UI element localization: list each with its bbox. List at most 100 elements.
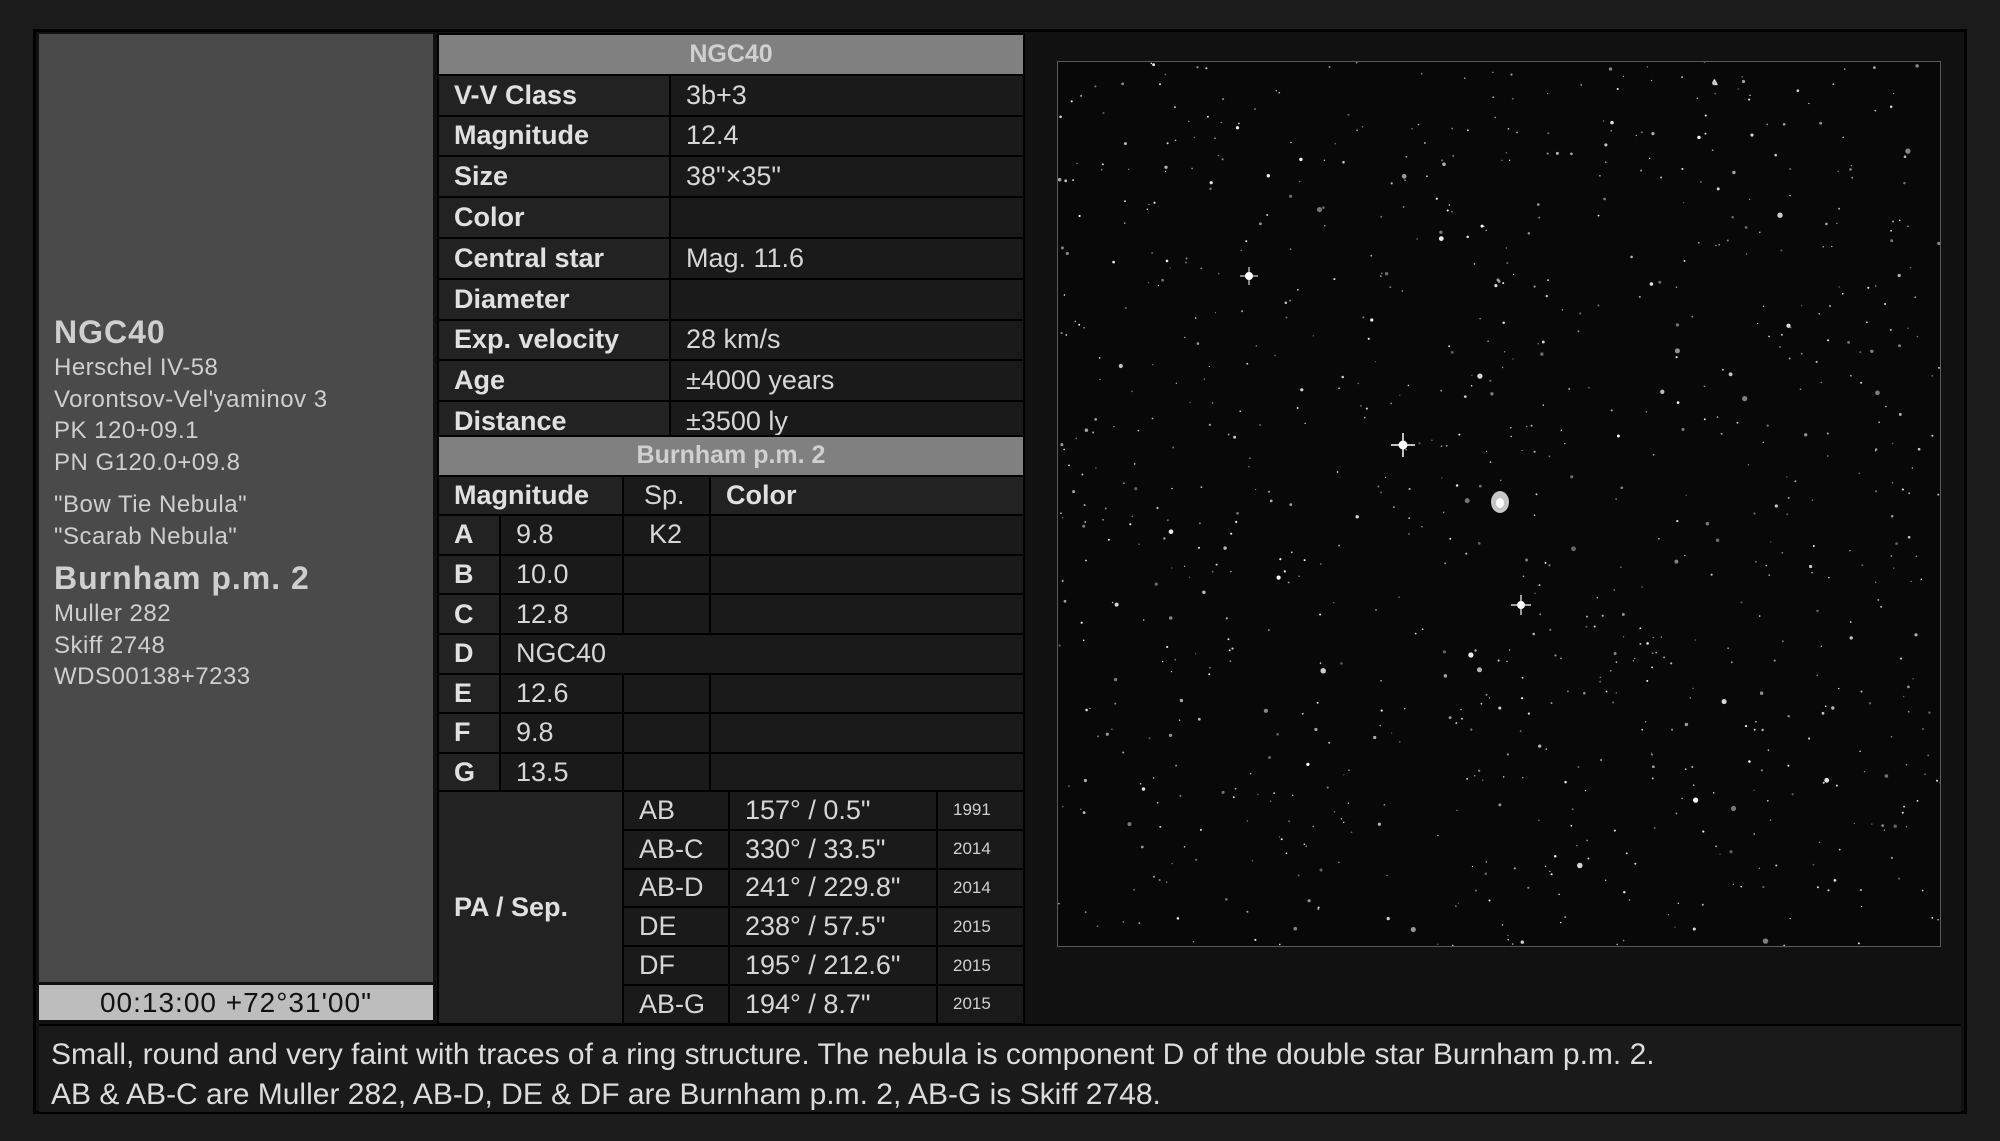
star xyxy=(1711,149,1714,151)
star xyxy=(1363,416,1366,419)
star xyxy=(1215,563,1218,566)
star xyxy=(1818,313,1820,315)
star xyxy=(1789,917,1791,920)
star xyxy=(1786,323,1791,328)
star xyxy=(1254,488,1257,491)
star xyxy=(1418,442,1421,445)
star xyxy=(1809,564,1813,569)
star xyxy=(1474,649,1477,652)
star xyxy=(1460,717,1464,720)
star xyxy=(1416,238,1418,240)
star xyxy=(1777,212,1783,218)
star xyxy=(1584,790,1587,792)
star xyxy=(1527,886,1530,889)
star xyxy=(1651,132,1655,136)
star xyxy=(1509,426,1512,429)
star xyxy=(1188,576,1191,578)
star xyxy=(1494,284,1498,288)
star xyxy=(1254,938,1257,941)
star xyxy=(1615,661,1618,663)
star xyxy=(1750,133,1754,137)
star xyxy=(1164,165,1168,169)
star xyxy=(1844,68,1846,70)
table-row: A 9.8 K2 xyxy=(437,514,1025,556)
star xyxy=(1753,789,1755,791)
star xyxy=(1301,712,1304,715)
star xyxy=(1744,725,1748,728)
star xyxy=(1465,552,1468,555)
star xyxy=(1685,494,1687,496)
star xyxy=(1905,764,1908,766)
star xyxy=(1759,691,1764,695)
star xyxy=(1148,203,1150,206)
star xyxy=(1681,427,1685,431)
star xyxy=(1548,455,1551,458)
star xyxy=(1931,434,1934,437)
star xyxy=(1553,854,1557,858)
star xyxy=(1650,79,1653,82)
star xyxy=(1610,409,1613,412)
star xyxy=(1451,211,1453,213)
table-row: Magnitude 12.4 xyxy=(437,114,1025,158)
star xyxy=(1161,660,1164,663)
star xyxy=(1328,741,1331,744)
star xyxy=(1473,263,1476,265)
table-row: PA / Sep. AB 157° / 0.5" 1991 xyxy=(437,790,1025,1025)
star xyxy=(1094,85,1097,88)
star xyxy=(1615,498,1617,500)
star xyxy=(1755,721,1757,723)
star xyxy=(1758,615,1761,617)
star xyxy=(1911,467,1914,469)
star xyxy=(1816,609,1819,613)
star xyxy=(1448,716,1452,720)
star xyxy=(1198,522,1201,525)
star xyxy=(1835,784,1838,787)
star xyxy=(1570,152,1573,156)
star xyxy=(1211,570,1214,573)
star xyxy=(1463,77,1466,79)
star xyxy=(1927,754,1930,757)
star xyxy=(1112,260,1115,264)
star xyxy=(1183,565,1186,567)
star xyxy=(1538,819,1540,821)
star xyxy=(1883,829,1886,831)
star xyxy=(1380,215,1383,218)
star xyxy=(1267,490,1271,493)
star xyxy=(1457,902,1460,904)
nebula-icon xyxy=(1491,491,1509,513)
table-row: V-V Class 3b+3 xyxy=(437,73,1025,117)
star xyxy=(1801,305,1803,307)
star xyxy=(1390,182,1393,185)
star xyxy=(1102,112,1105,114)
star xyxy=(1124,200,1126,203)
star xyxy=(1094,418,1098,421)
star xyxy=(1547,279,1549,281)
star xyxy=(1246,820,1249,822)
star xyxy=(1903,181,1906,185)
star xyxy=(1786,513,1789,516)
star xyxy=(1889,328,1892,331)
star xyxy=(1737,88,1739,90)
star xyxy=(1124,306,1127,310)
star xyxy=(1159,825,1162,828)
star xyxy=(1165,259,1169,263)
table-row: Color xyxy=(437,196,1025,239)
star xyxy=(1246,362,1249,365)
star xyxy=(1663,656,1666,659)
star xyxy=(1812,545,1815,547)
star xyxy=(1508,649,1511,651)
star xyxy=(1072,179,1075,182)
star xyxy=(1333,278,1336,281)
star xyxy=(1860,905,1863,908)
star xyxy=(1153,201,1156,204)
star xyxy=(1838,848,1841,851)
star xyxy=(1152,63,1155,67)
star xyxy=(1404,179,1406,181)
star xyxy=(1188,120,1190,123)
star xyxy=(1139,783,1142,785)
star xyxy=(1867,286,1870,289)
star xyxy=(1850,375,1852,377)
star xyxy=(1373,735,1377,740)
star xyxy=(1726,239,1729,242)
table-row: G 13.5 xyxy=(437,751,1025,794)
